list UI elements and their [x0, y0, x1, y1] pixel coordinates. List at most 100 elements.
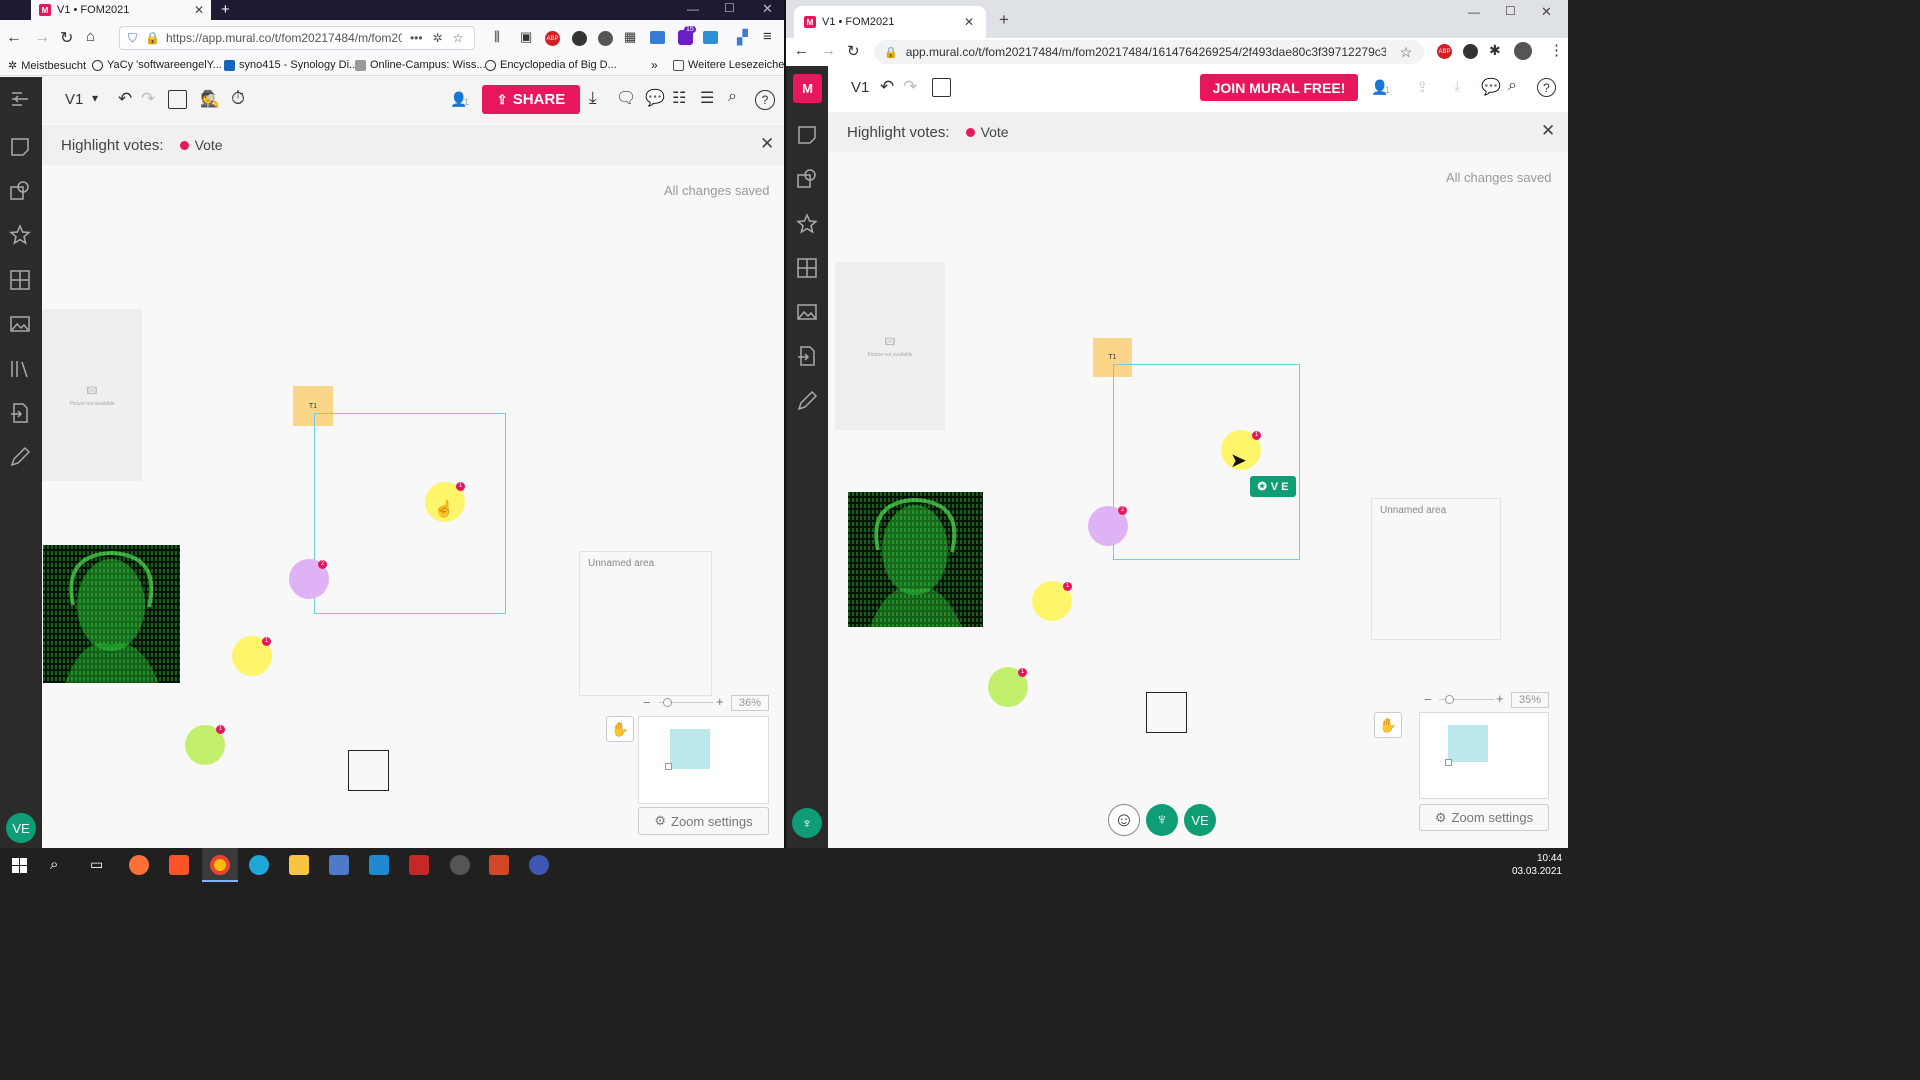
import-icon[interactable]: [8, 401, 32, 425]
home-icon[interactable]: ⌂: [86, 28, 95, 45]
user-avatar[interactable]: VE: [6, 813, 36, 843]
powerpoint-icon[interactable]: [489, 855, 509, 875]
reload-icon[interactable]: ↻: [847, 42, 860, 60]
download-icon[interactable]: ⤓: [1454, 78, 1461, 95]
right-browser-tab[interactable]: M V1 • FOM2021 ✕: [794, 6, 986, 38]
timer-icon[interactable]: ⏱: [231, 88, 245, 109]
back-icon[interactable]: ←: [794, 42, 809, 59]
unnamed-area[interactable]: Unnamed area: [1371, 498, 1501, 640]
unnamed-area[interactable]: Unnamed area: [579, 551, 712, 696]
chrome-icon[interactable]: [210, 855, 230, 875]
activity-icon[interactable]: ☷: [672, 88, 686, 108]
menu-icon[interactable]: ⋮: [1549, 41, 1564, 59]
minimize-icon[interactable]: —: [1468, 5, 1480, 19]
zoom-settings-button[interactable]: ⚙ Zoom settings: [638, 807, 769, 835]
search-icon[interactable]: ⌕: [1508, 77, 1517, 95]
help-icon[interactable]: ?: [755, 90, 775, 110]
edge-icon[interactable]: [249, 855, 269, 875]
app-icon[interactable]: [409, 855, 429, 875]
pencil-icon[interactable]: [795, 389, 819, 413]
qr-icon[interactable]: ▦: [624, 29, 636, 45]
sticky-note-icon[interactable]: [8, 135, 32, 159]
task-view-icon[interactable]: ▭: [90, 856, 103, 873]
shapes-icon[interactable]: [8, 179, 32, 203]
minimap[interactable]: [638, 716, 769, 804]
maximize-icon[interactable]: ☐: [724, 1, 735, 15]
star-icon[interactable]: [8, 223, 32, 247]
search-icon[interactable]: ⌕: [50, 856, 58, 873]
undo-icon[interactable]: ↶: [880, 77, 894, 97]
outline-icon[interactable]: [168, 90, 187, 109]
bookmark-item[interactable]: Encyclopedia of Big D...: [485, 59, 617, 71]
reload-icon[interactable]: ↻: [60, 28, 73, 48]
left-browser-tab[interactable]: M V1 • FOM2021 ✕: [31, 0, 211, 20]
tracking-icon[interactable]: ✲: [433, 31, 443, 45]
left-url-bar[interactable]: ⛉ 🔒 https://app.mural.co/t/fom20217484/m…: [119, 26, 475, 50]
close-tab-icon[interactable]: ✕: [194, 3, 204, 17]
emoji-reaction-icon[interactable]: ☺: [1108, 804, 1140, 836]
join-mural-button[interactable]: JOIN MURAL FREE!: [1200, 74, 1358, 101]
library-icon[interactable]: ⫼: [494, 29, 500, 45]
page-actions-icon[interactable]: •••: [410, 31, 423, 45]
pencil-icon[interactable]: [8, 445, 32, 469]
chevron-right-icon[interactable]: »: [651, 58, 658, 72]
image-placeholder[interactable]: 🖾 Picture not available: [42, 309, 142, 481]
sticky-note-icon[interactable]: [795, 123, 819, 147]
bookmark-item[interactable]: ✲ Meistbesucht: [8, 59, 86, 73]
image-placeholder[interactable]: 🖾 Picture not available: [835, 262, 945, 430]
library-icon[interactable]: [8, 357, 32, 381]
hand-tool-icon[interactable]: ✋: [1374, 712, 1402, 738]
image-icon[interactable]: [8, 312, 32, 336]
comments-icon[interactable]: 🗨: [616, 88, 636, 108]
zoom-out-icon[interactable]: −: [643, 695, 651, 710]
frameworks-icon[interactable]: [8, 268, 32, 292]
vote-filter[interactable]: Vote: [179, 137, 223, 153]
upload-icon[interactable]: ⇪: [1416, 78, 1429, 96]
star-icon[interactable]: [795, 212, 819, 236]
minimap-handle[interactable]: [665, 763, 672, 770]
system-clock[interactable]: 10:44 03.03.2021: [1512, 852, 1562, 878]
zoom-level[interactable]: 36%: [731, 695, 769, 711]
redo-icon[interactable]: ↷: [903, 77, 917, 97]
matrix-face-image[interactable]: [848, 492, 983, 627]
zoom-in-icon[interactable]: +: [1496, 691, 1504, 706]
sidebar-icon[interactable]: ▣: [520, 29, 532, 45]
selection-frame[interactable]: [314, 413, 506, 614]
adblock-icon[interactable]: ABP: [545, 31, 560, 46]
close-tab-icon[interactable]: ✕: [964, 15, 974, 29]
mural-logo-icon[interactable]: M: [793, 74, 822, 103]
outline-list-icon[interactable]: ☰: [700, 88, 714, 108]
right-url-bar[interactable]: 🔒 app.mural.co/t/fom20217484/m/fom202174…: [874, 40, 1424, 64]
brave-icon[interactable]: [169, 855, 189, 875]
anonymous-user-avatar[interactable]: ♆: [792, 808, 822, 838]
close-window-icon[interactable]: ✕: [1541, 4, 1552, 20]
profile-icon[interactable]: [1514, 42, 1532, 60]
right-mural-canvas[interactable]: All changes saved 🖾 Picture not availabl…: [828, 152, 1568, 848]
shape-square[interactable]: [348, 750, 389, 791]
undo-icon[interactable]: ↶: [118, 89, 132, 109]
collapse-sidebar-icon[interactable]: [8, 87, 32, 111]
shapes-icon[interactable]: [795, 167, 819, 191]
bookmark-star-icon[interactable]: ☆: [453, 31, 464, 45]
image-icon[interactable]: [795, 300, 819, 324]
zoom-settings-button[interactable]: ⚙ Zoom settings: [1419, 804, 1549, 831]
extensions-puzzle-icon[interactable]: ✱: [1489, 42, 1501, 59]
selection-frame[interactable]: [1113, 364, 1300, 560]
file-explorer-icon[interactable]: [289, 855, 309, 875]
extension-icon[interactable]: [572, 31, 587, 46]
bookmark-item[interactable]: Online-Campus: Wiss...: [355, 59, 486, 71]
minimize-icon[interactable]: —: [687, 2, 699, 16]
adblock-icon[interactable]: ABP: [1437, 44, 1452, 59]
chat-icon[interactable]: 💬: [645, 88, 665, 108]
bookmark-item[interactable]: syno415 - Synology Di...: [224, 59, 358, 71]
forward-icon[interactable]: →: [34, 29, 50, 47]
extension-icon[interactable]: [1463, 44, 1478, 59]
new-tab-icon[interactable]: +: [221, 1, 230, 18]
chevron-down-icon[interactable]: ▾: [92, 91, 98, 105]
zoom-out-icon[interactable]: −: [1424, 692, 1432, 707]
zoom-in-icon[interactable]: +: [716, 694, 724, 709]
matrix-face-image[interactable]: [43, 545, 180, 683]
bookmark-folder[interactable]: Weitere Lesezeichen: [673, 59, 784, 71]
hand-tool-icon[interactable]: ✋: [606, 716, 634, 742]
windows-start-icon[interactable]: [12, 858, 27, 873]
